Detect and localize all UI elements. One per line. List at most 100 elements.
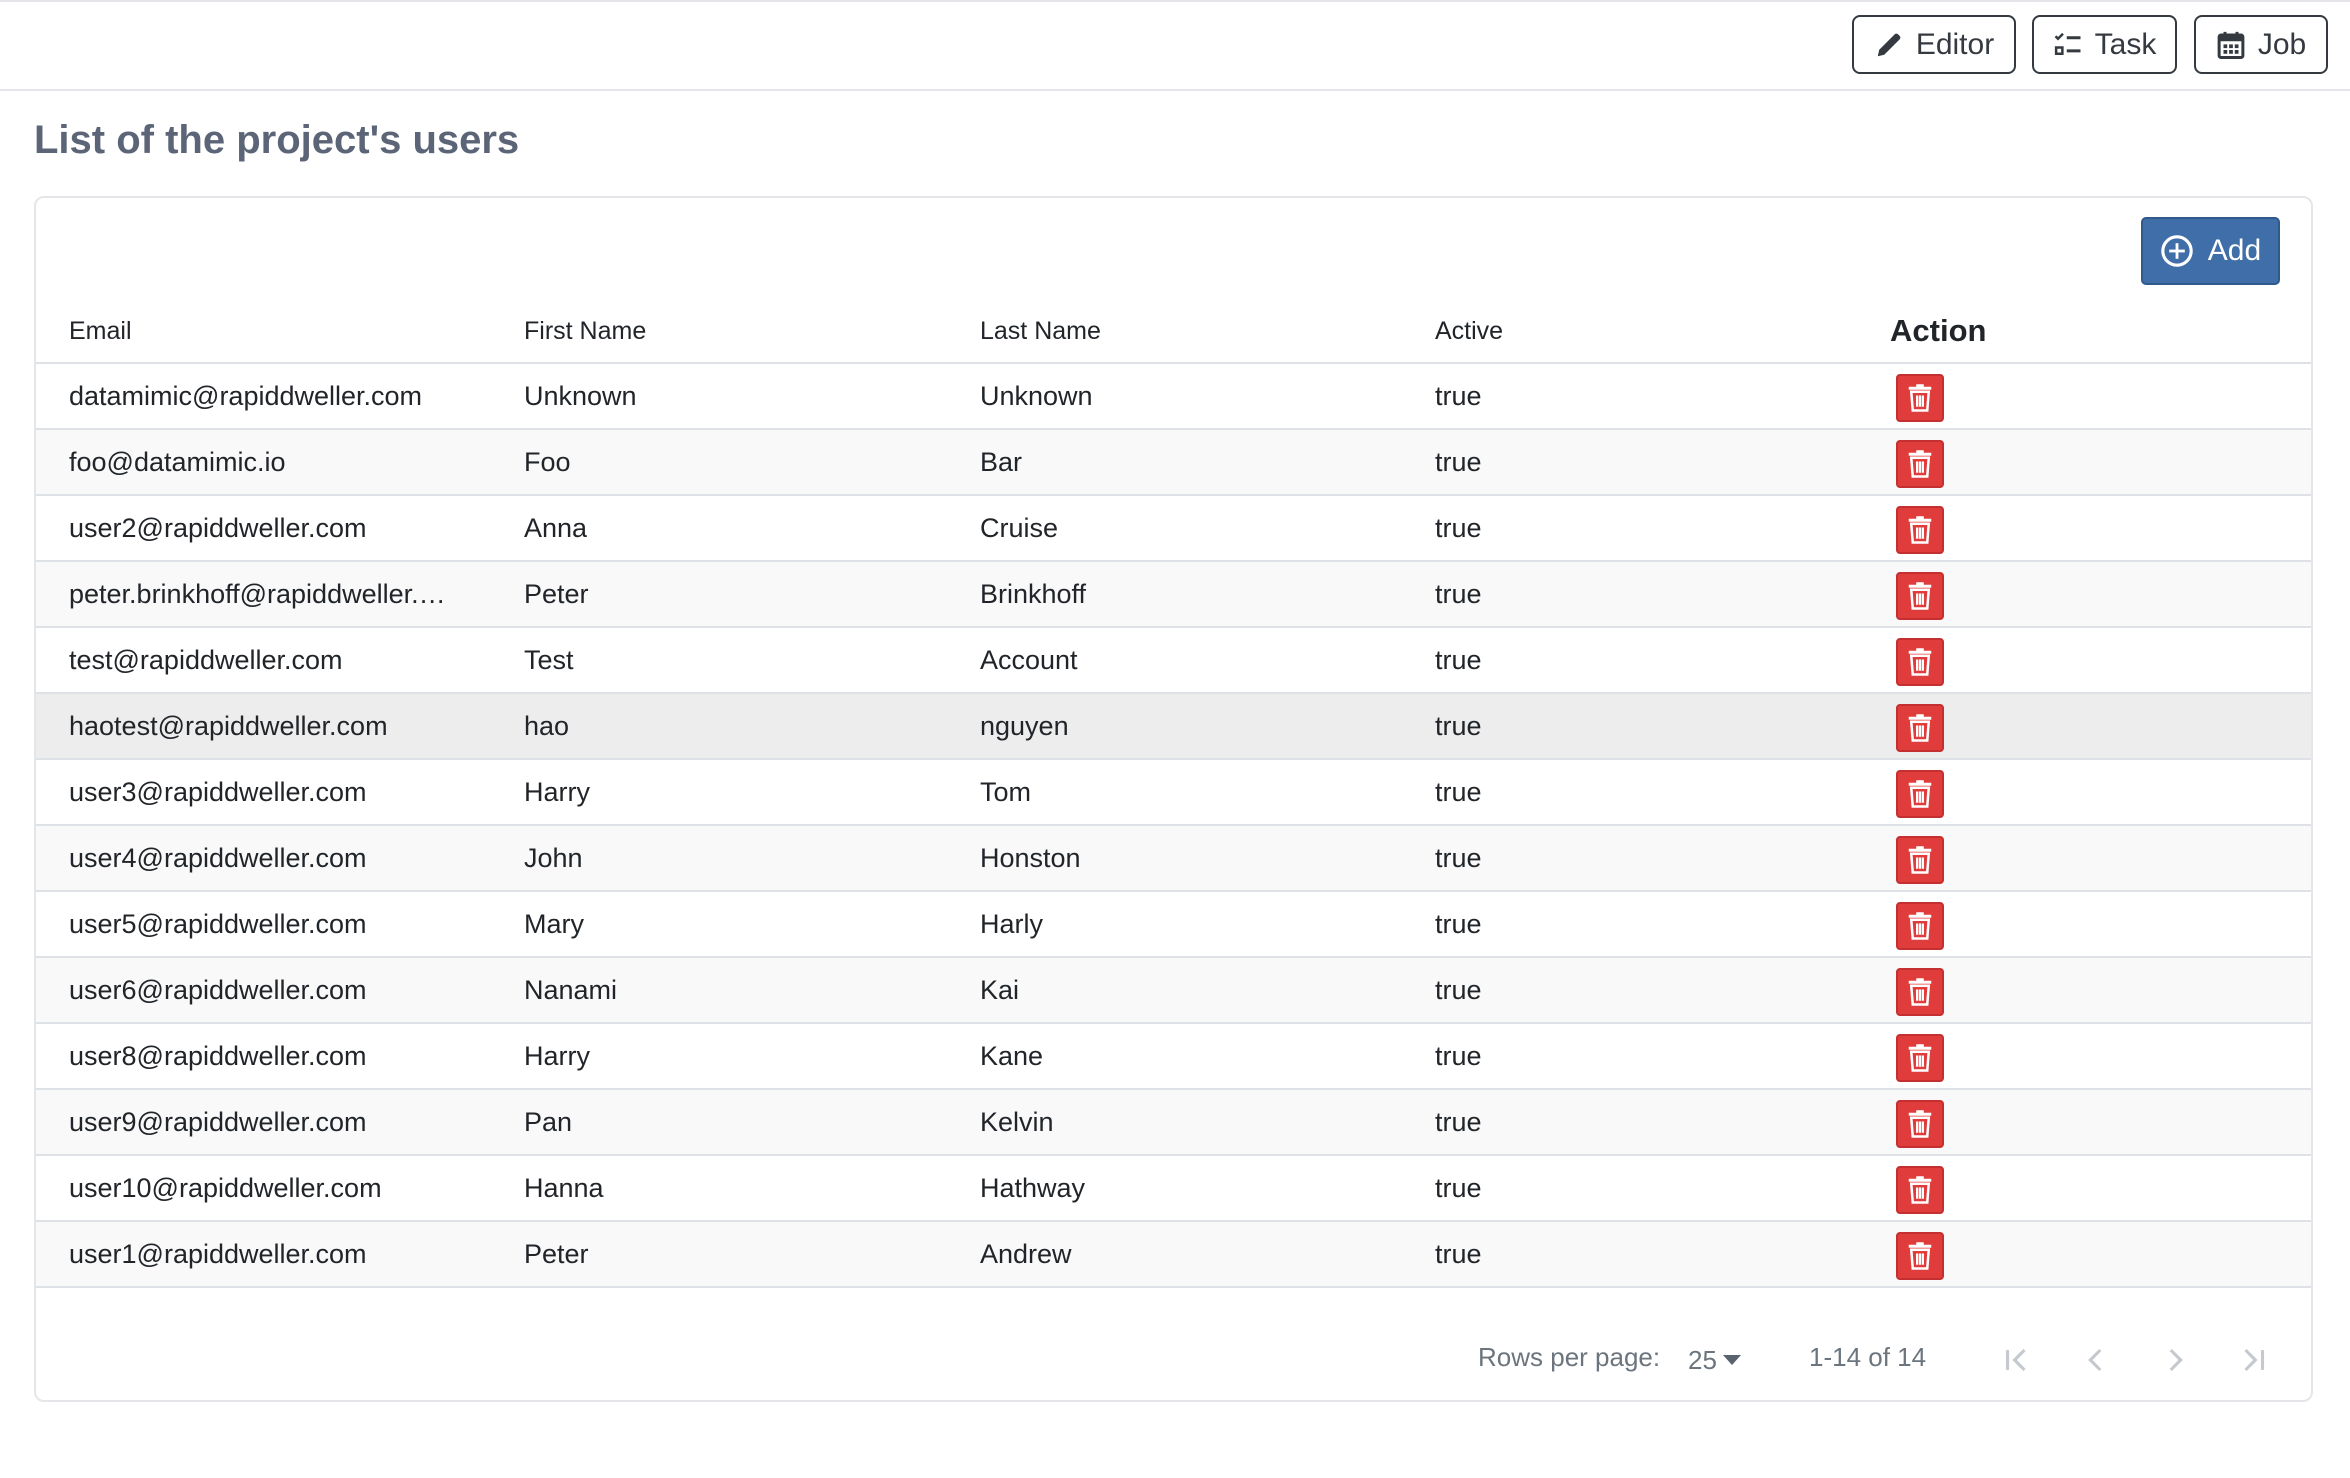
cell-email: foo@datamimic.io — [69, 447, 286, 477]
delete-user-button[interactable] — [1896, 1100, 1944, 1148]
delete-user-button[interactable] — [1896, 1232, 1944, 1280]
caret-down-icon — [1722, 1355, 1741, 1365]
delete-user-button[interactable] — [1896, 440, 1944, 488]
delete-user-button[interactable] — [1896, 1034, 1944, 1082]
header-first-name[interactable]: First Name — [524, 298, 646, 364]
pagination-footer: Rows per page: 25 1-14 of 14 — [36, 1322, 2311, 1402]
cell-first-name: Test — [524, 645, 574, 675]
table-row[interactable]: user2@rapiddweller.com Anna Cruise true — [36, 496, 2311, 562]
table-body: datamimic@rapiddweller.com Unknown Unknown… — [36, 364, 2311, 1288]
plus-circle-icon — [2161, 235, 2193, 267]
table-row[interactable]: user8@rapiddweller.com Harry Kane true — [36, 1024, 2311, 1090]
calendar-icon — [2217, 31, 2245, 59]
cell-active: true — [1435, 777, 1482, 807]
last-page-icon — [2244, 1348, 2265, 1372]
cell-email: user1@rapiddweller.com — [69, 1239, 367, 1269]
trash-icon — [1908, 450, 1932, 478]
cell-first-name: Harry — [524, 777, 590, 807]
editor-button[interactable]: Editor — [1852, 15, 2016, 74]
table-row[interactable]: user9@rapiddweller.com Pan Kelvin true — [36, 1090, 2311, 1156]
cell-active: true — [1435, 513, 1482, 543]
cell-last-name: Hathway — [980, 1173, 1086, 1203]
table-row[interactable]: user3@rapiddweller.com Harry Tom true — [36, 760, 2311, 826]
chevron-right-icon — [2169, 1348, 2183, 1372]
cell-last-name: Brinkhoff — [980, 579, 1087, 609]
table-row[interactable]: haotest@rapiddweller.com hao nguyen true — [36, 694, 2311, 760]
next-page-button[interactable] — [2155, 1340, 2195, 1380]
header-active[interactable]: Active — [1435, 298, 1503, 364]
cell-active: true — [1435, 645, 1482, 675]
trash-icon — [1908, 582, 1932, 610]
cell-email: user5@rapiddweller.com — [69, 909, 367, 939]
task-button[interactable]: Task — [2032, 15, 2177, 74]
cell-first-name: Mary — [524, 909, 584, 939]
table-row[interactable]: datamimic@rapiddweller.com Unknown Unknown… — [36, 364, 2311, 430]
cell-first-name: Foo — [524, 447, 571, 477]
cell-first-name: Unknown — [524, 381, 637, 411]
cell-email: user9@rapiddweller.com — [69, 1107, 367, 1137]
table-row[interactable]: user10@rapiddweller.com Hanna Hathway true — [36, 1156, 2311, 1222]
cell-first-name: Hanna — [524, 1173, 604, 1203]
cell-active: true — [1435, 579, 1482, 609]
users-card: Add Email First Name Last Name Active Ac… — [34, 196, 2313, 1402]
delete-user-button[interactable] — [1896, 902, 1944, 950]
delete-user-button[interactable] — [1896, 506, 1944, 554]
table-row[interactable]: peter.brinkhoff@rapiddweller.… Peter Brink… — [36, 562, 2311, 628]
table-row[interactable]: user4@rapiddweller.com John Honston true — [36, 826, 2311, 892]
table-row[interactable]: foo@datamimic.io Foo Bar true — [36, 430, 2311, 496]
delete-user-button[interactable] — [1896, 704, 1944, 752]
cell-first-name: Peter — [524, 579, 589, 609]
cell-email: user2@rapiddweller.com — [69, 513, 367, 543]
editor-button-label: Editor — [1915, 27, 1995, 61]
header-last-name[interactable]: Last Name — [980, 298, 1101, 364]
previous-page-button[interactable] — [2076, 1340, 2116, 1380]
delete-user-button[interactable] — [1896, 374, 1944, 422]
delete-user-button[interactable] — [1896, 638, 1944, 686]
cell-active: true — [1435, 975, 1482, 1005]
task-button-label: Task — [2094, 27, 2157, 61]
first-page-icon — [2005, 1348, 2026, 1372]
checklist-icon — [2054, 32, 2081, 55]
trash-icon — [1908, 384, 1932, 412]
last-page-button[interactable] — [2234, 1340, 2274, 1380]
table-row[interactable]: user6@rapiddweller.com Nanami Kai true — [36, 958, 2311, 1024]
rows-per-page-select[interactable]: 25 — [1688, 1342, 1754, 1378]
cell-active: true — [1435, 711, 1482, 741]
cell-last-name: Cruise — [980, 513, 1059, 543]
cell-active: true — [1435, 447, 1482, 477]
trash-icon — [1908, 1044, 1932, 1072]
cell-email: user8@rapiddweller.com — [69, 1041, 367, 1071]
delete-user-button[interactable] — [1896, 770, 1944, 818]
cell-email: user6@rapiddweller.com — [69, 975, 367, 1005]
cell-last-name: Harly — [980, 909, 1044, 939]
trash-icon — [1908, 648, 1932, 676]
first-page-button[interactable] — [1996, 1340, 2036, 1380]
delete-user-button[interactable] — [1896, 572, 1944, 620]
cell-email: user10@rapiddweller.com — [69, 1173, 382, 1203]
table-row[interactable]: test@rapiddweller.com Test Account true — [36, 628, 2311, 694]
delete-user-button[interactable] — [1896, 968, 1944, 1016]
cell-first-name: Nanami — [524, 975, 618, 1005]
table-row[interactable]: user5@rapiddweller.com Mary Harly true — [36, 892, 2311, 958]
table-row[interactable]: user1@rapiddweller.com Peter Andrew true — [36, 1222, 2311, 1288]
cell-last-name: Bar — [980, 447, 1023, 477]
cell-active: true — [1435, 843, 1482, 873]
cell-first-name: Pan — [524, 1107, 573, 1137]
job-button[interactable]: Job — [2194, 15, 2328, 74]
cell-first-name: hao — [524, 711, 570, 741]
trash-icon — [1908, 780, 1932, 808]
delete-user-button[interactable] — [1896, 836, 1944, 884]
trash-icon — [1908, 978, 1932, 1006]
trash-icon — [1908, 516, 1932, 544]
delete-user-button[interactable] — [1896, 1166, 1944, 1214]
cell-email: test@rapiddweller.com — [69, 645, 343, 675]
header-action: Action — [1890, 313, 1987, 348]
header-email[interactable]: Email — [69, 298, 132, 364]
top-toolbar: Editor Task Job — [0, 0, 2350, 91]
pencil-icon — [1877, 33, 1901, 56]
add-user-button[interactable]: Add — [2141, 217, 2280, 285]
cell-first-name: Harry — [524, 1041, 590, 1071]
cell-active: true — [1435, 1041, 1482, 1071]
chevron-left-icon — [2088, 1348, 2102, 1372]
cell-first-name: Anna — [524, 513, 588, 543]
